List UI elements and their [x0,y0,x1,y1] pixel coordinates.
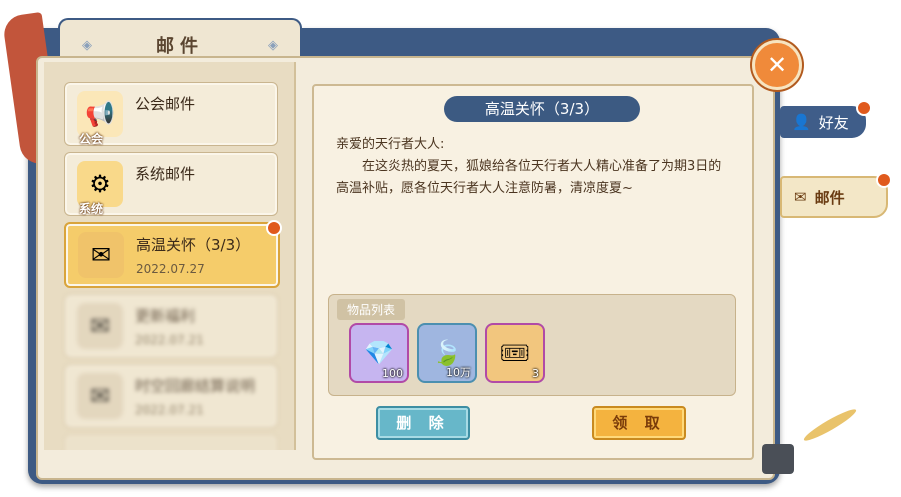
leaf-icon: 🍃 [432,339,462,367]
item-quantity: 3 [532,367,539,380]
mail-date: 2022.07.21 [135,403,204,417]
notification-dot [876,172,892,188]
letter-icon: ✉ [77,303,123,349]
gem-icon: 💎 [364,339,394,367]
quill-decoration [801,405,859,445]
mail-greeting: 亲爱的天行者大人: [336,137,445,152]
tab-mail[interactable]: ✉ 邮件 [780,172,892,218]
reward-item-gem[interactable]: 💎 100 [349,323,409,383]
items-label: 物品列表 [337,299,406,320]
letter-icon: ✉ [78,232,124,278]
claim-button[interactable]: 领 取 [592,406,686,440]
notification-dot [856,100,872,116]
reward-item-leaf[interactable]: 🍃 10万 [417,323,477,383]
item-quantity: 10万 [446,366,471,379]
mail-title: 高温关怀（3/3） [136,236,251,254]
page-title: 邮件 [156,36,204,57]
category-guild-mail[interactable]: 📢 公会 公会邮件 [64,82,278,146]
mail-title: 更新福利 [135,307,196,325]
envelope-icon: ✉ [794,188,807,206]
mail-item-heat-care[interactable]: ✉ 高温关怀（3/3） 2022.07.27 [64,220,282,288]
ornament-icon-right: ◈ [268,38,278,53]
inkpot-decoration [762,444,794,474]
items-list: 物品列表 💎 100 🍃 10万 🎟 3 [328,294,736,396]
close-button[interactable]: ✕ [752,40,802,90]
category-label: 系统邮件 [135,165,196,183]
tab-friends-label: 好友 [818,113,849,132]
mail-date: 2022.07.27 [136,262,205,276]
mail-item-partial[interactable] [64,434,278,450]
ticket-icon: 🎟 [499,339,531,367]
mail-paragraph: 在这炎热的夏天，狐娘给各位天行者大人精心准备了为期3日的高温补贴，愿各位天行者大… [336,159,722,196]
reward-item-ticket[interactable]: 🎟 3 [485,323,545,383]
unread-dot [266,220,282,236]
tab-friends[interactable]: 👤 好友 [780,100,872,138]
letter-icon: ✉ [77,373,123,419]
mail-detail-panel: 高温关怀（3/3） 亲爱的天行者大人: 在这炎热的夏天，狐娘给各位天行者大人精心… [312,84,754,460]
system-badge: 系统 [79,202,104,216]
mail-item-blurred[interactable]: ✉ 更新福利 2022.07.21 [64,294,278,358]
mail-sidebar: 📢 公会 公会邮件 ⚙ 系统 系统邮件 ✉ 高温关怀（3/3） 2022.07.… [44,62,296,450]
mail-date: 2022.07.21 [135,333,204,347]
category-system-mail[interactable]: ⚙ 系统 系统邮件 [64,152,278,216]
mail-item-blurred[interactable]: ✉ 时空回廊结算说明 2022.07.21 [64,364,278,428]
guild-badge: 公会 [79,132,104,146]
close-icon: ✕ [766,51,788,79]
category-label: 公会邮件 [135,95,196,113]
mail-subject: 高温关怀（3/3） [444,96,640,122]
item-quantity: 100 [382,367,403,380]
mail-title: 时空回廊结算说明 [135,377,256,395]
tab-mail-label: 邮件 [814,188,845,207]
user-icon: 👤 [792,113,811,131]
mail-body: 亲爱的天行者大人: 在这炎热的夏天，狐娘给各位天行者大人精心准备了为期3日的高温… [336,134,726,200]
delete-button[interactable]: 删 除 [376,406,470,440]
